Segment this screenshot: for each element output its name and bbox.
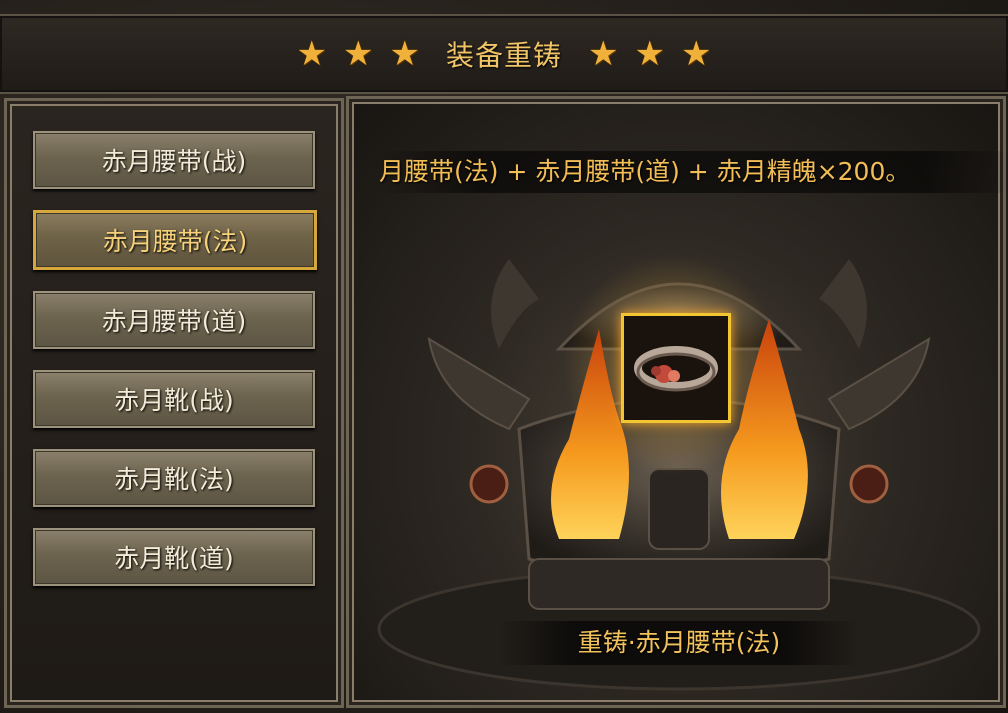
equipment-item-boots-warrior[interactable]: 赤月靴(战) (33, 370, 315, 428)
reforge-window: ★ ★ ★ 装备重铸 ★ ★ ★ 赤月腰带(战) 赤月腰带(法) 赤月腰带(道)… (0, 0, 1008, 713)
recipe-text: 月腰带(法) + 赤月腰带(道) + 赤月精魄×200。 (379, 151, 1003, 193)
equipment-list-panel: 赤月腰带(战) 赤月腰带(法) 赤月腰带(道) 赤月靴(战) 赤月靴(法) 赤月… (4, 98, 344, 708)
star-icon: ★ (588, 34, 619, 74)
equipment-item-belt-mage[interactable]: 赤月腰带(法) (33, 210, 317, 270)
window-title: 装备重铸 (445, 39, 562, 72)
item-slot[interactable] (621, 313, 731, 423)
star-icon: ★ (634, 34, 665, 74)
star-icon: ★ (343, 34, 374, 74)
equipment-item-boots-taoist[interactable]: 赤月靴(道) (33, 528, 315, 586)
recast-panel: 月腰带(法) + 赤月腰带(道) + 赤月精魄×200。 重铸·赤月腰带(法) (346, 96, 1006, 708)
equipment-item-boots-mage[interactable]: 赤月靴(法) (33, 449, 315, 507)
star-icon: ★ (296, 34, 328, 74)
equipment-item-belt-warrior[interactable]: 赤月腰带(战) (33, 131, 315, 189)
title-bar: ★ ★ ★ 装备重铸 ★ ★ ★ (0, 14, 1008, 94)
equipment-item-belt-taoist[interactable]: 赤月腰带(道) (33, 291, 315, 349)
result-label: 重铸·赤月腰带(法) (499, 621, 859, 665)
belt-icon (634, 346, 718, 392)
star-icon: ★ (389, 34, 420, 74)
star-icon: ★ (680, 34, 712, 74)
